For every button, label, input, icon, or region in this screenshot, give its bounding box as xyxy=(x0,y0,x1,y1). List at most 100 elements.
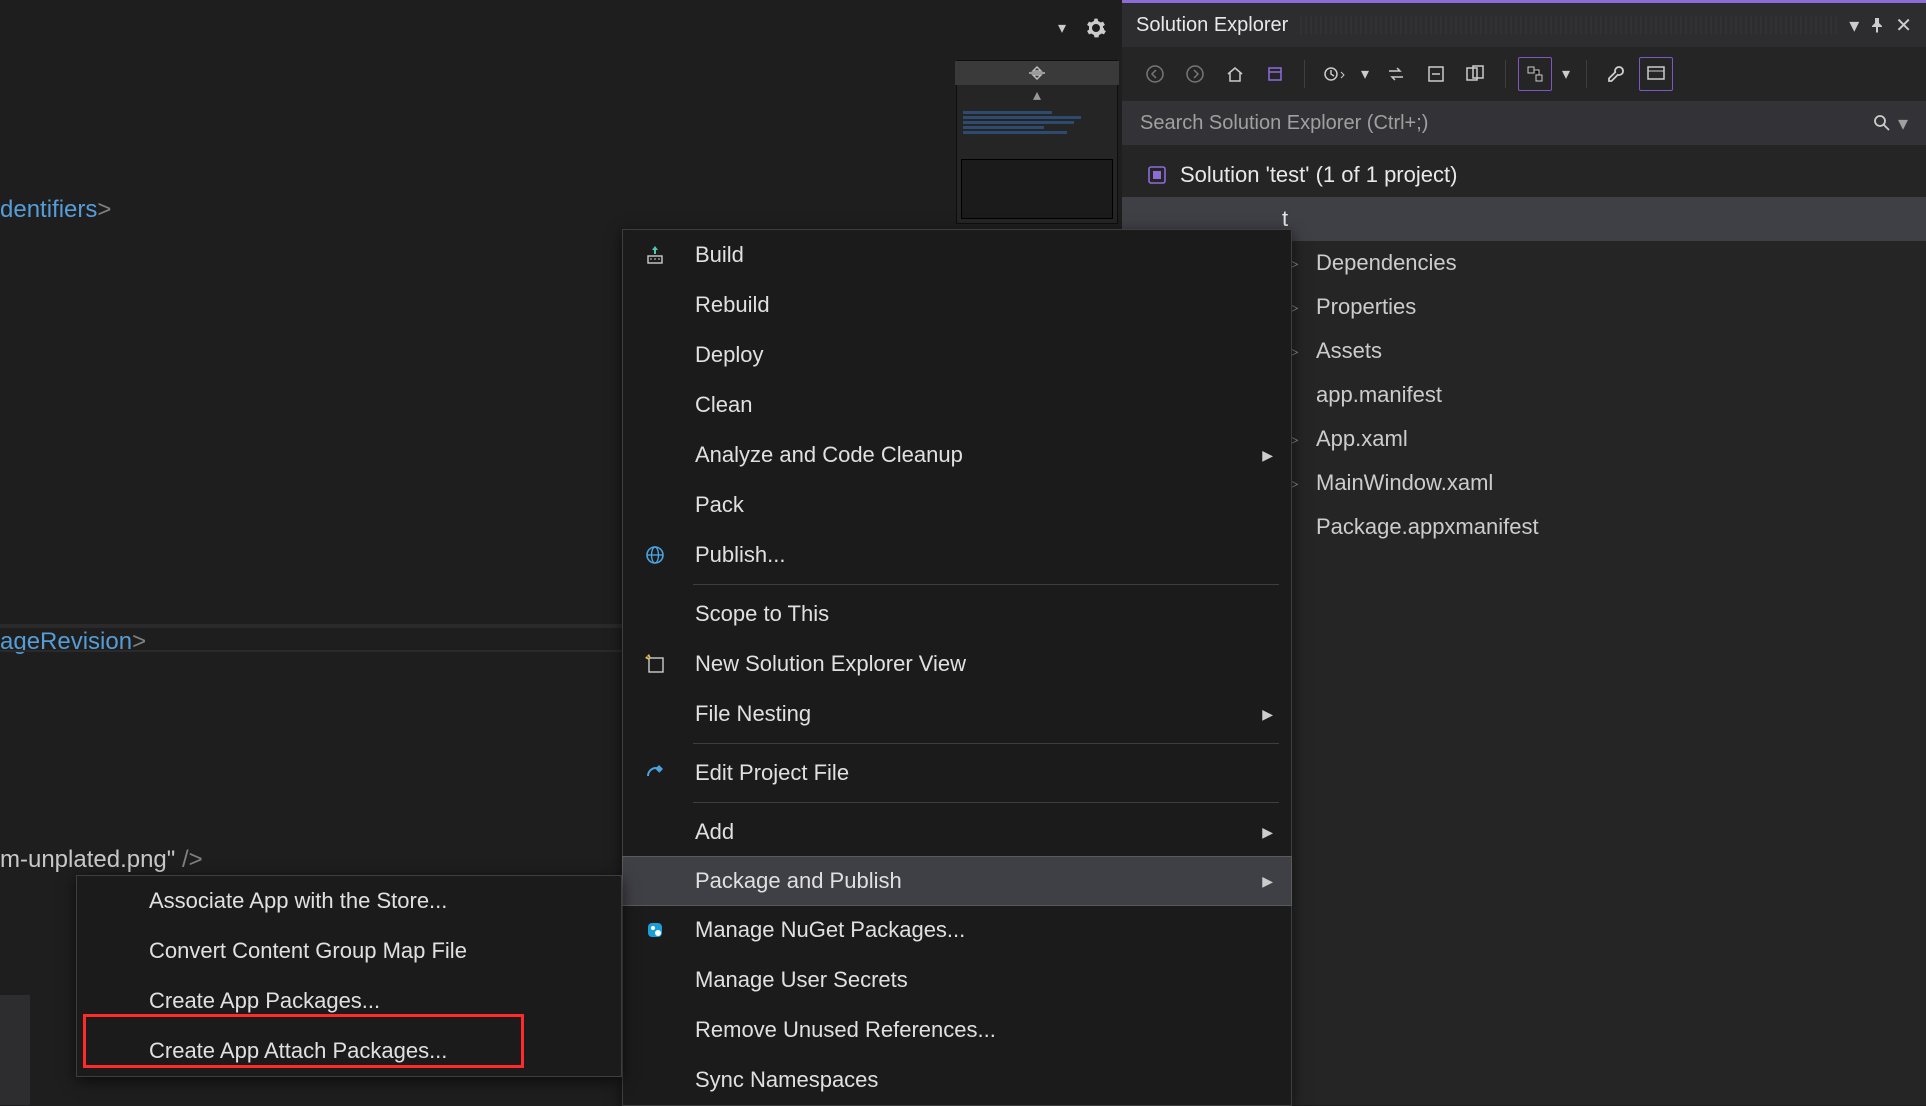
close-icon[interactable]: ✕ xyxy=(1895,13,1912,38)
submenu-item-convert-content-group-map-file[interactable]: Convert Content Group Map File xyxy=(77,926,621,976)
search-icon[interactable]: ▾ xyxy=(1872,111,1908,136)
code-minimap[interactable]: ▴ xyxy=(956,60,1118,224)
settings-gear-icon[interactable] xyxy=(1084,16,1108,40)
globe-icon xyxy=(641,541,669,569)
menu-item-remove-unused-references[interactable]: Remove Unused References... xyxy=(623,1005,1291,1055)
menu-item-label: Sync Namespaces xyxy=(695,1067,878,1093)
menu-item-label: Scope to This xyxy=(695,601,829,627)
menu-item-label: Publish... xyxy=(695,542,786,568)
menu-item-add[interactable]: Add ▶ xyxy=(623,807,1291,857)
solution-explorer-search[interactable]: Search Solution Explorer (Ctrl+;) ▾ xyxy=(1122,101,1926,145)
menu-item-label: Create App Packages... xyxy=(149,988,380,1014)
tree-item-label: MainWindow.xaml xyxy=(1316,470,1493,496)
nuget-icon xyxy=(641,916,669,944)
switch-views-icon[interactable] xyxy=(1258,57,1292,91)
menu-separator xyxy=(693,802,1279,803)
menu-item-label: Manage User Secrets xyxy=(695,967,908,993)
solution-root[interactable]: Solution 'test' (1 of 1 project) xyxy=(1122,153,1926,197)
minimap-collapse-icon[interactable]: ▴ xyxy=(957,87,1117,103)
menu-item-rebuild[interactable]: Rebuild xyxy=(623,280,1291,330)
menu-item-label: Deploy xyxy=(695,342,763,368)
submenu-item-create-app-attach-packages[interactable]: Create App Attach Packages... xyxy=(77,1026,621,1076)
build-icon xyxy=(641,241,669,269)
menu-item-manage-nuget-packages[interactable]: Manage NuGet Packages... xyxy=(623,905,1291,955)
submenu-item-create-app-packages[interactable]: Create App Packages... xyxy=(77,976,621,1026)
panel-title: Solution Explorer xyxy=(1136,14,1288,37)
menu-item-pack[interactable]: Pack xyxy=(623,480,1291,530)
menu-item-manage-user-secrets[interactable]: Manage User Secrets xyxy=(623,955,1291,1005)
submenu-item-associate-app-with-the-store[interactable]: Associate App with the Store... xyxy=(77,876,621,926)
tree-item-label: Properties xyxy=(1316,294,1416,320)
menu-item-label: Analyze and Code Cleanup xyxy=(695,442,963,468)
menu-item-label: File Nesting xyxy=(695,701,811,727)
solution-explorer-toolbar: ▾ ▾ xyxy=(1122,47,1926,101)
pin-icon[interactable] xyxy=(1869,17,1885,33)
search-placeholder: Search Solution Explorer (Ctrl+;) xyxy=(1140,112,1428,135)
code-token: /> xyxy=(175,846,202,873)
tree-item-label: Assets xyxy=(1316,338,1382,364)
panel-grip[interactable] xyxy=(1300,16,1839,34)
pending-changes-filter-icon[interactable] xyxy=(1317,57,1351,91)
properties-icon[interactable] xyxy=(1599,57,1633,91)
tree-item-label: app.manifest xyxy=(1316,382,1442,408)
code-editor-content[interactable]: dentifiers> ageRevision> xyxy=(0,120,146,732)
minimap-lines xyxy=(963,109,1111,136)
tree-item-label: App.xaml xyxy=(1316,426,1408,452)
editor-toolbar: ▾ xyxy=(1050,16,1122,40)
home-icon[interactable] xyxy=(1218,57,1252,91)
editor-gutter xyxy=(0,995,30,1105)
menu-item-label: Clean xyxy=(695,392,752,418)
editor-divider xyxy=(0,650,622,652)
preview-icon[interactable] xyxy=(1639,57,1673,91)
code-token: m-unplated.png" xyxy=(0,846,175,873)
menu-item-analyze-and-code-cleanup[interactable]: Analyze and Code Cleanup ▶ xyxy=(623,430,1291,480)
menu-item-label: Edit Project File xyxy=(695,760,849,786)
newview-icon xyxy=(641,650,669,678)
menu-item-label: Create App Attach Packages... xyxy=(149,1038,447,1064)
toolbar-separator xyxy=(1586,60,1587,88)
sync-icon[interactable] xyxy=(1379,57,1413,91)
menu-item-label: Convert Content Group Map File xyxy=(149,938,467,964)
collapse-icon[interactable] xyxy=(1419,57,1453,91)
menu-item-label: Pack xyxy=(695,492,744,518)
code-token: dentifiers xyxy=(0,196,97,223)
menu-item-scope-to-this[interactable]: Scope to This xyxy=(623,589,1291,639)
solution-icon xyxy=(1146,164,1168,186)
track-active-icon[interactable] xyxy=(1518,57,1552,91)
menu-item-label: Remove Unused References... xyxy=(695,1017,996,1043)
menu-item-file-nesting[interactable]: File Nesting ▶ xyxy=(623,689,1291,739)
menu-item-clean[interactable]: Clean xyxy=(623,380,1291,430)
menu-item-label: Rebuild xyxy=(695,292,770,318)
menu-item-label: Add xyxy=(695,819,734,845)
menu-item-label: Associate App with the Store... xyxy=(149,888,447,914)
package-and-publish-submenu: Associate App with the Store... Convert C… xyxy=(76,875,622,1077)
editor-dropdown-icon[interactable]: ▾ xyxy=(1050,16,1074,40)
menu-item-label: Package and Publish xyxy=(695,868,902,894)
menu-item-new-solution-explorer-view[interactable]: New Solution Explorer View xyxy=(623,639,1291,689)
menu-item-sync-namespaces[interactable]: Sync Namespaces xyxy=(623,1055,1291,1105)
submenu-arrow-icon: ▶ xyxy=(1262,824,1273,841)
submenu-arrow-icon: ▶ xyxy=(1262,873,1273,890)
minimap-split-handle-icon[interactable] xyxy=(955,61,1119,85)
menu-item-edit-project-file[interactable]: Edit Project File xyxy=(623,748,1291,798)
solution-explorer-titlebar[interactable]: Solution Explorer ▾ ✕ xyxy=(1122,3,1926,47)
panel-dropdown-icon[interactable]: ▾ xyxy=(1849,13,1859,38)
tree-item-label: Dependencies xyxy=(1316,250,1457,276)
code-token: > xyxy=(97,196,111,223)
tree-item-label: Package.appxmanifest xyxy=(1316,514,1539,540)
menu-item-deploy[interactable]: Deploy xyxy=(623,330,1291,380)
show-all-icon[interactable] xyxy=(1459,57,1493,91)
nav-back-icon[interactable] xyxy=(1138,57,1172,91)
dropdown-caret-icon[interactable]: ▾ xyxy=(1558,57,1574,91)
submenu-arrow-icon: ▶ xyxy=(1262,447,1273,464)
menu-item-publish[interactable]: Publish... xyxy=(623,530,1291,580)
minimap-viewport[interactable] xyxy=(961,159,1113,219)
submenu-arrow-icon: ▶ xyxy=(1262,706,1273,723)
nav-forward-icon[interactable] xyxy=(1178,57,1212,91)
menu-item-build[interactable]: Build xyxy=(623,230,1291,280)
menu-item-label: New Solution Explorer View xyxy=(695,651,966,677)
menu-item-label: Build xyxy=(695,242,744,268)
project-context-menu: Build Rebuild Deploy Clean Analyze and Code … xyxy=(622,229,1292,1106)
dropdown-caret-icon[interactable]: ▾ xyxy=(1357,57,1373,91)
menu-item-package-and-publish[interactable]: Package and Publish ▶ xyxy=(622,856,1292,906)
